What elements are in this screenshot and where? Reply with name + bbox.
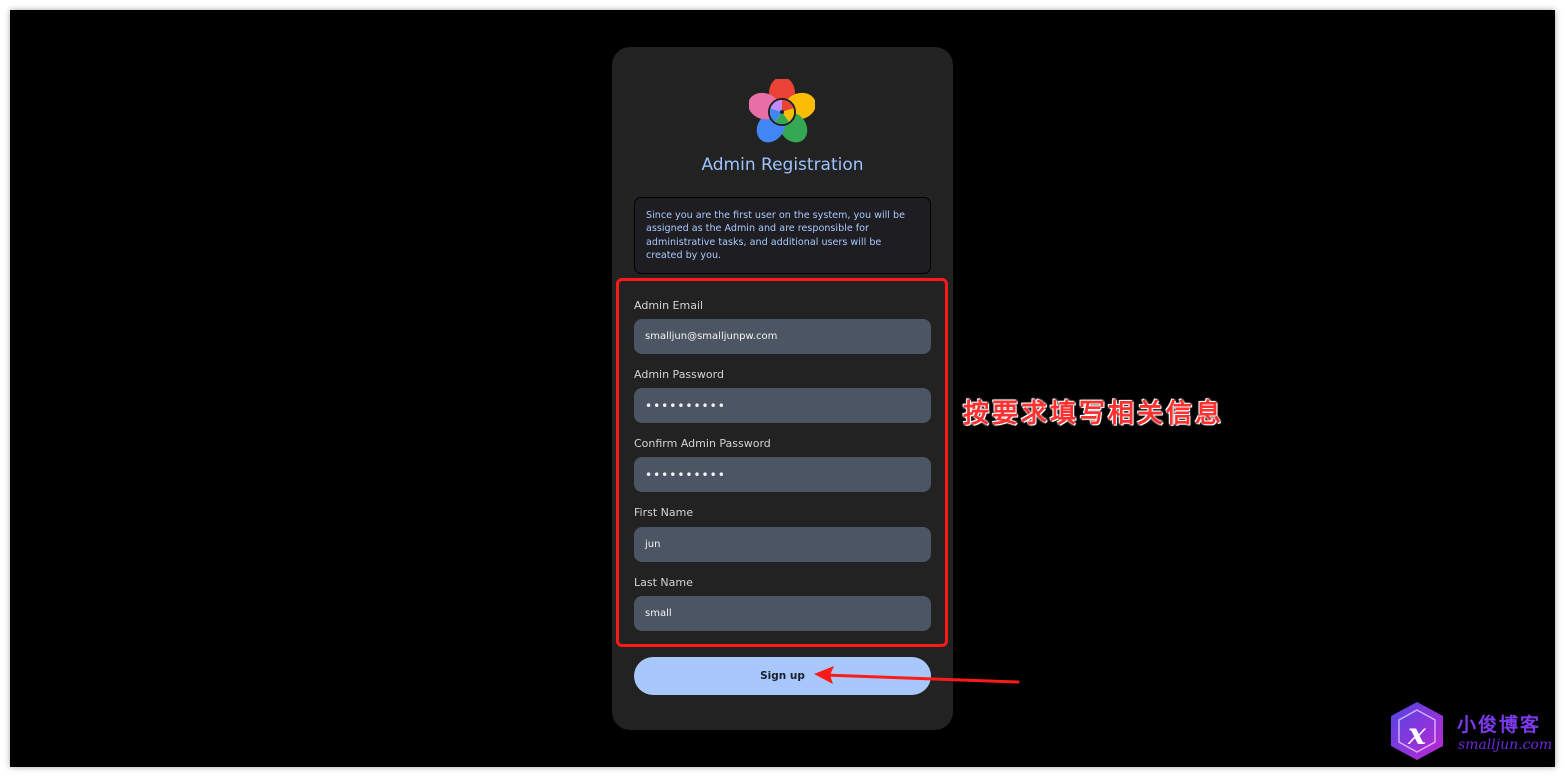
flower-logo-icon — [749, 79, 815, 143]
watermark-title: 小俊博客 — [1457, 714, 1542, 736]
form-highlight-box — [616, 278, 948, 647]
svg-text:x: x — [1407, 717, 1427, 752]
watermark-url: smalljun.com — [1458, 737, 1553, 753]
annotation-text: 按要求填写相关信息 — [963, 399, 1225, 429]
page-title: Admin Registration — [701, 155, 864, 175]
arrow-icon — [814, 666, 1020, 684]
admin-notice: Since you are the first user on the syst… — [634, 197, 931, 274]
